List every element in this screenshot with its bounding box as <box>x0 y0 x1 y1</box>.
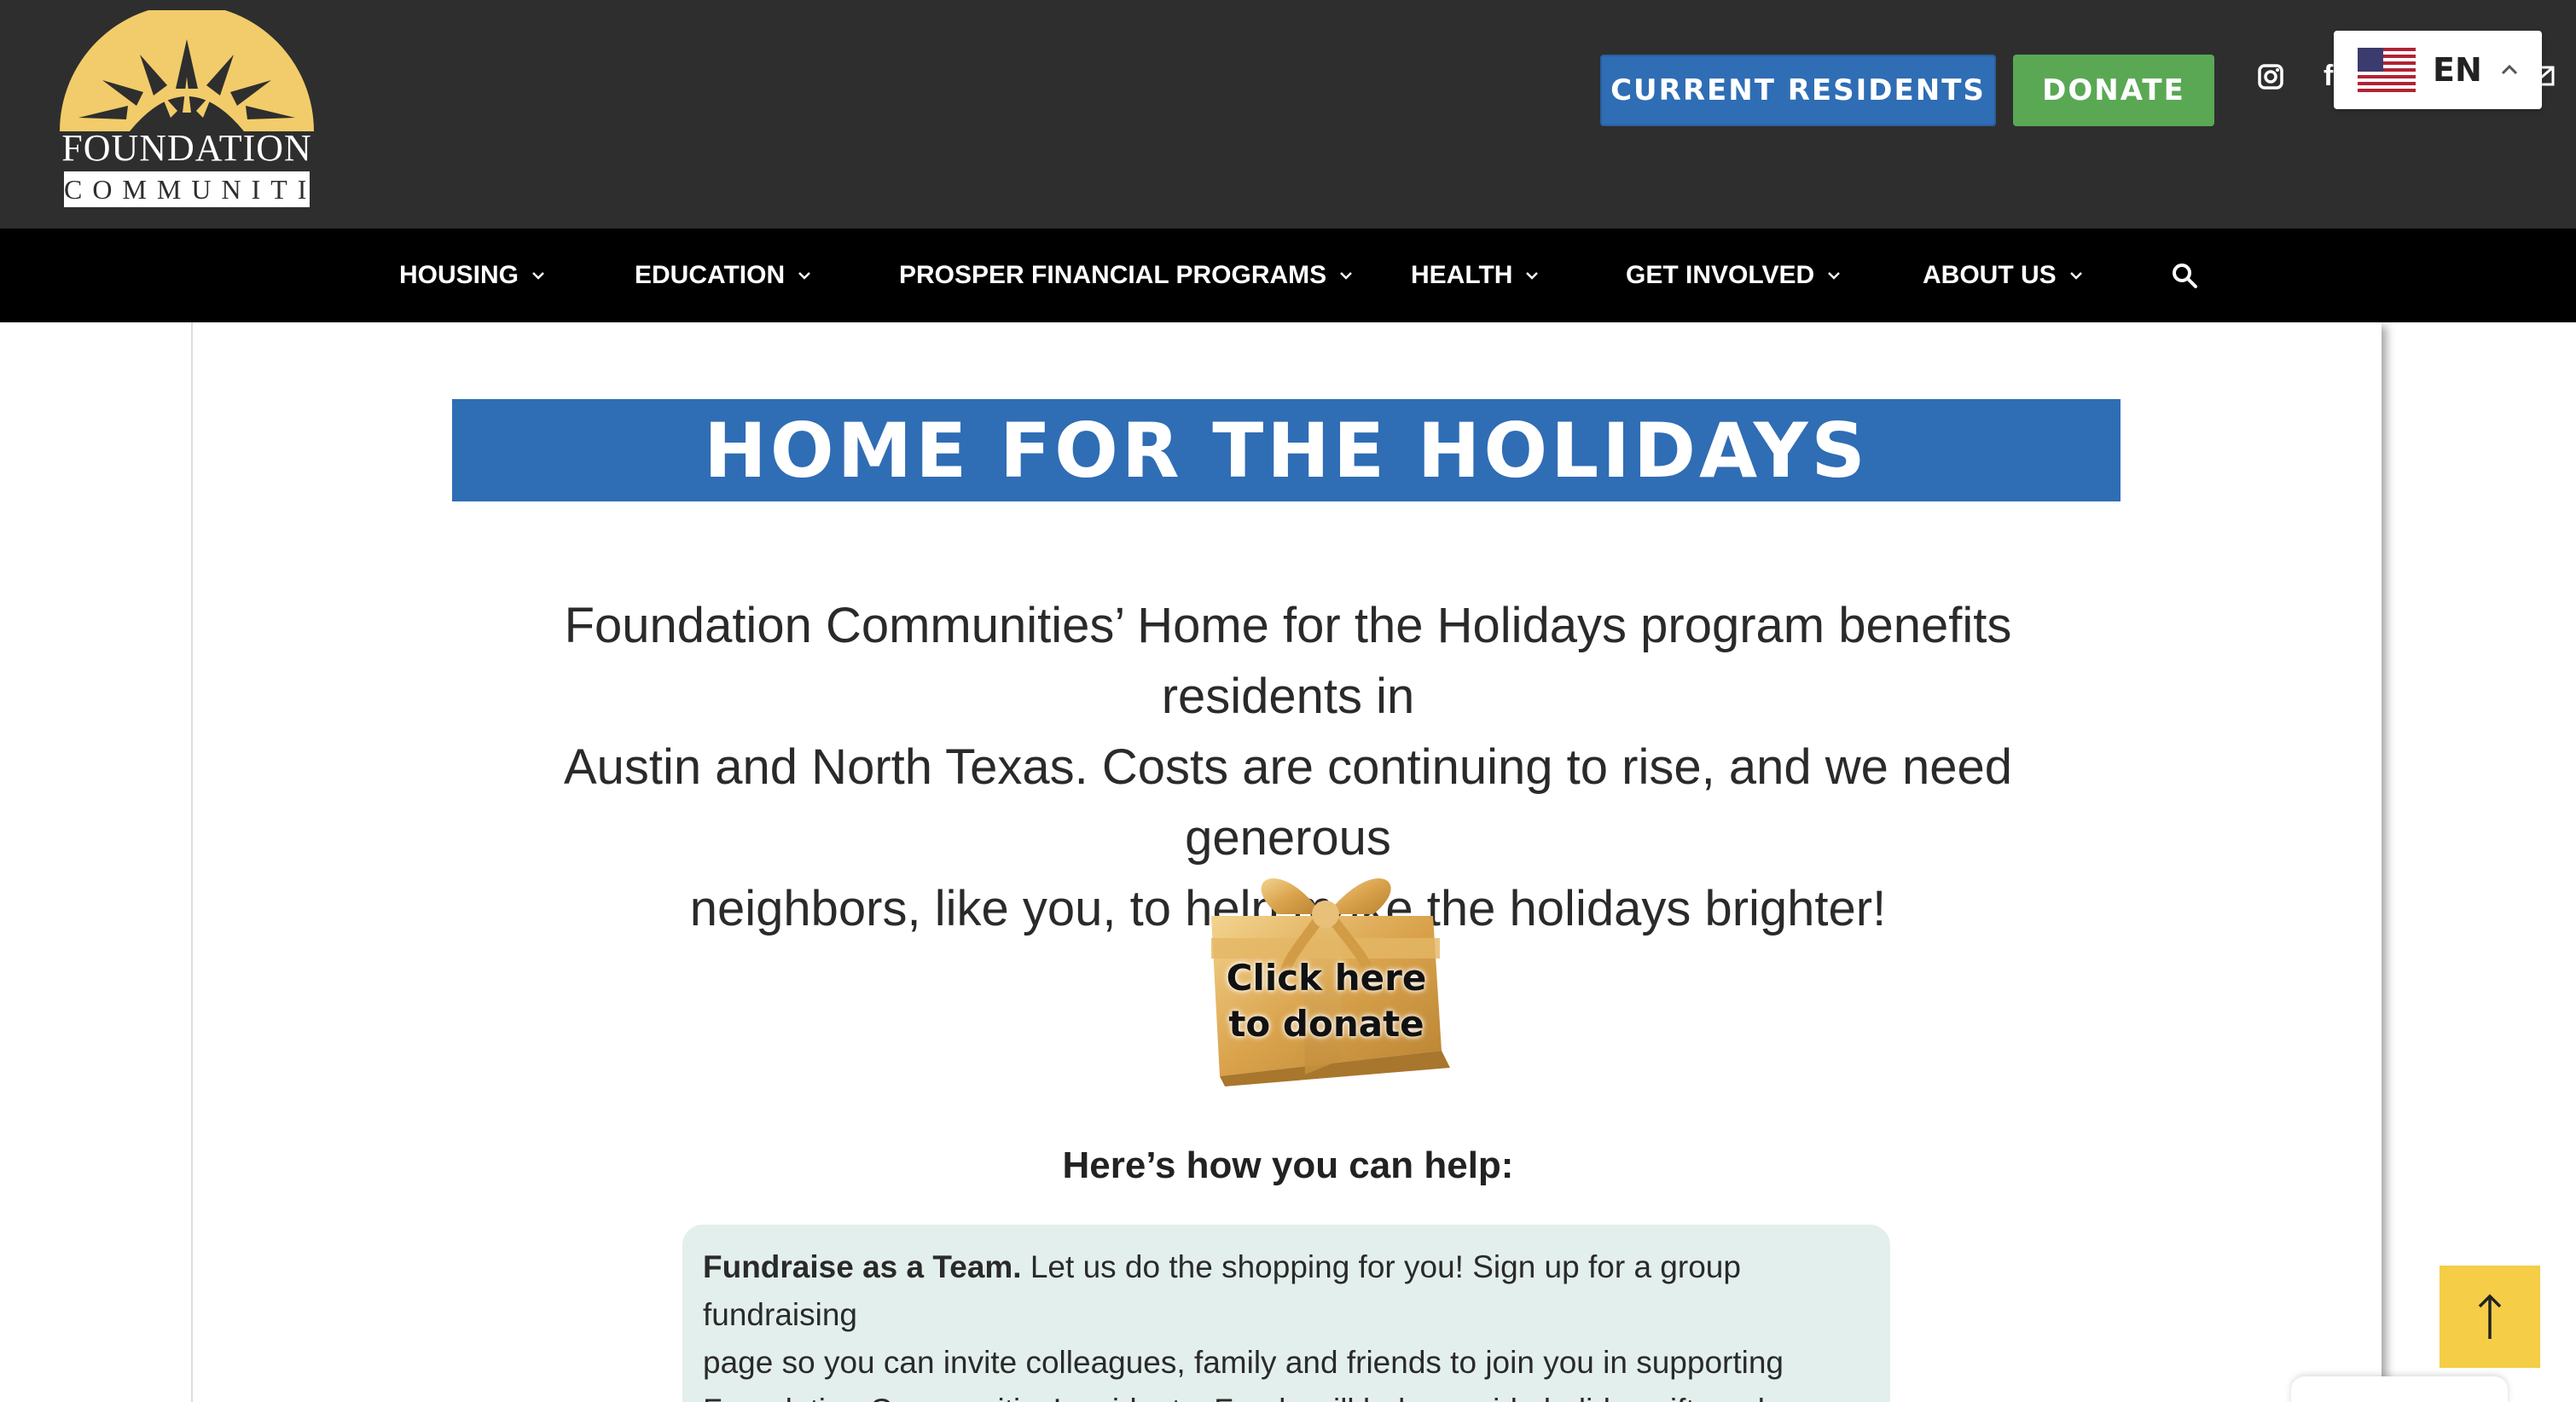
nav-item-label: PROSPER FINANCIAL PROGRAMS <box>899 261 1327 289</box>
chevron-up-icon <box>2501 64 2517 75</box>
top-header: FOUNDATION COMMUNITIES CURRENT RESIDENTS… <box>0 0 2576 229</box>
nav-item-about-us[interactable]: ABOUT US <box>1923 229 2084 322</box>
gift-label: Click here to donate <box>1203 955 1450 1047</box>
nav-item-prosper-financial-programs[interactable]: PROSPER FINANCIAL PROGRAMS <box>899 229 1354 322</box>
tip-title: Fundraise as a Team. <box>703 1249 1022 1284</box>
nav-item-health[interactable]: HEALTH <box>1411 229 1540 322</box>
us-flag-icon <box>2358 48 2416 92</box>
language-selector[interactable]: EN <box>2334 31 2542 109</box>
nav-item-housing[interactable]: HOUSING <box>399 229 546 322</box>
nav-item-label: EDUCATION <box>635 261 786 289</box>
nav-item-label: ABOUT US <box>1923 261 2057 289</box>
chevron-down-icon <box>1340 272 1353 280</box>
nav-item-label: GET INVOLVED <box>1626 261 1815 289</box>
help-heading: Here’s how you can help: <box>1062 1144 1514 1186</box>
search-icon[interactable] <box>2170 261 2199 290</box>
chevron-down-icon <box>532 272 544 280</box>
scroll-to-top-button[interactable] <box>2440 1266 2540 1368</box>
tip-line: Fundraise as a Team. Let us do the shopp… <box>703 1243 1870 1339</box>
sun-logo-icon <box>60 4 314 131</box>
donate-button[interactable]: DONATE <box>2013 55 2214 126</box>
main-navigation: HOUSING EDUCATION PROSPER FINANCIAL PROG… <box>0 229 2576 322</box>
gift-label-line: Click here <box>1226 957 1427 999</box>
chevron-down-icon <box>798 272 810 280</box>
tip-line: Foundation Communities’ residents. Funds… <box>703 1387 1870 1402</box>
chevron-down-icon <box>1828 272 1841 280</box>
gift-label-line: to donate <box>1228 1003 1424 1045</box>
nav-item-get-involved[interactable]: GET INVOLVED <box>1626 229 1842 322</box>
foundation-communities-logo[interactable]: FOUNDATION COMMUNITIES <box>58 4 359 210</box>
tip-card-fundraise: Fundraise as a Team. Let us do the shopp… <box>682 1225 1890 1402</box>
nav-item-label: HOUSING <box>399 261 519 289</box>
intro-line: Foundation Communities’ Home for the Hol… <box>564 598 2012 724</box>
chevron-down-icon <box>2069 272 2082 280</box>
chevron-down-icon <box>1526 272 1539 280</box>
instagram-icon[interactable] <box>2257 63 2284 90</box>
nav-item-label: HEALTH <box>1411 261 1513 289</box>
current-residents-button[interactable]: CURRENT RESIDENTS <box>1600 55 1996 126</box>
language-code: EN <box>2433 51 2482 89</box>
nav-item-education[interactable]: EDUCATION <box>635 229 812 322</box>
tip-line: page so you can invite colleagues, famil… <box>703 1345 1784 1380</box>
logo-text-communities: COMMUNITIES <box>61 169 359 210</box>
logo-text-foundation: FOUNDATION <box>61 127 312 169</box>
arrow-up-icon <box>2478 1294 2502 1339</box>
donate-gift-button[interactable]: Click here to donate <box>1203 846 1450 1086</box>
page-title: HOME FOR THE HOLIDAYS <box>452 399 2121 501</box>
chat-widget-tab[interactable] <box>2291 1376 2508 1402</box>
